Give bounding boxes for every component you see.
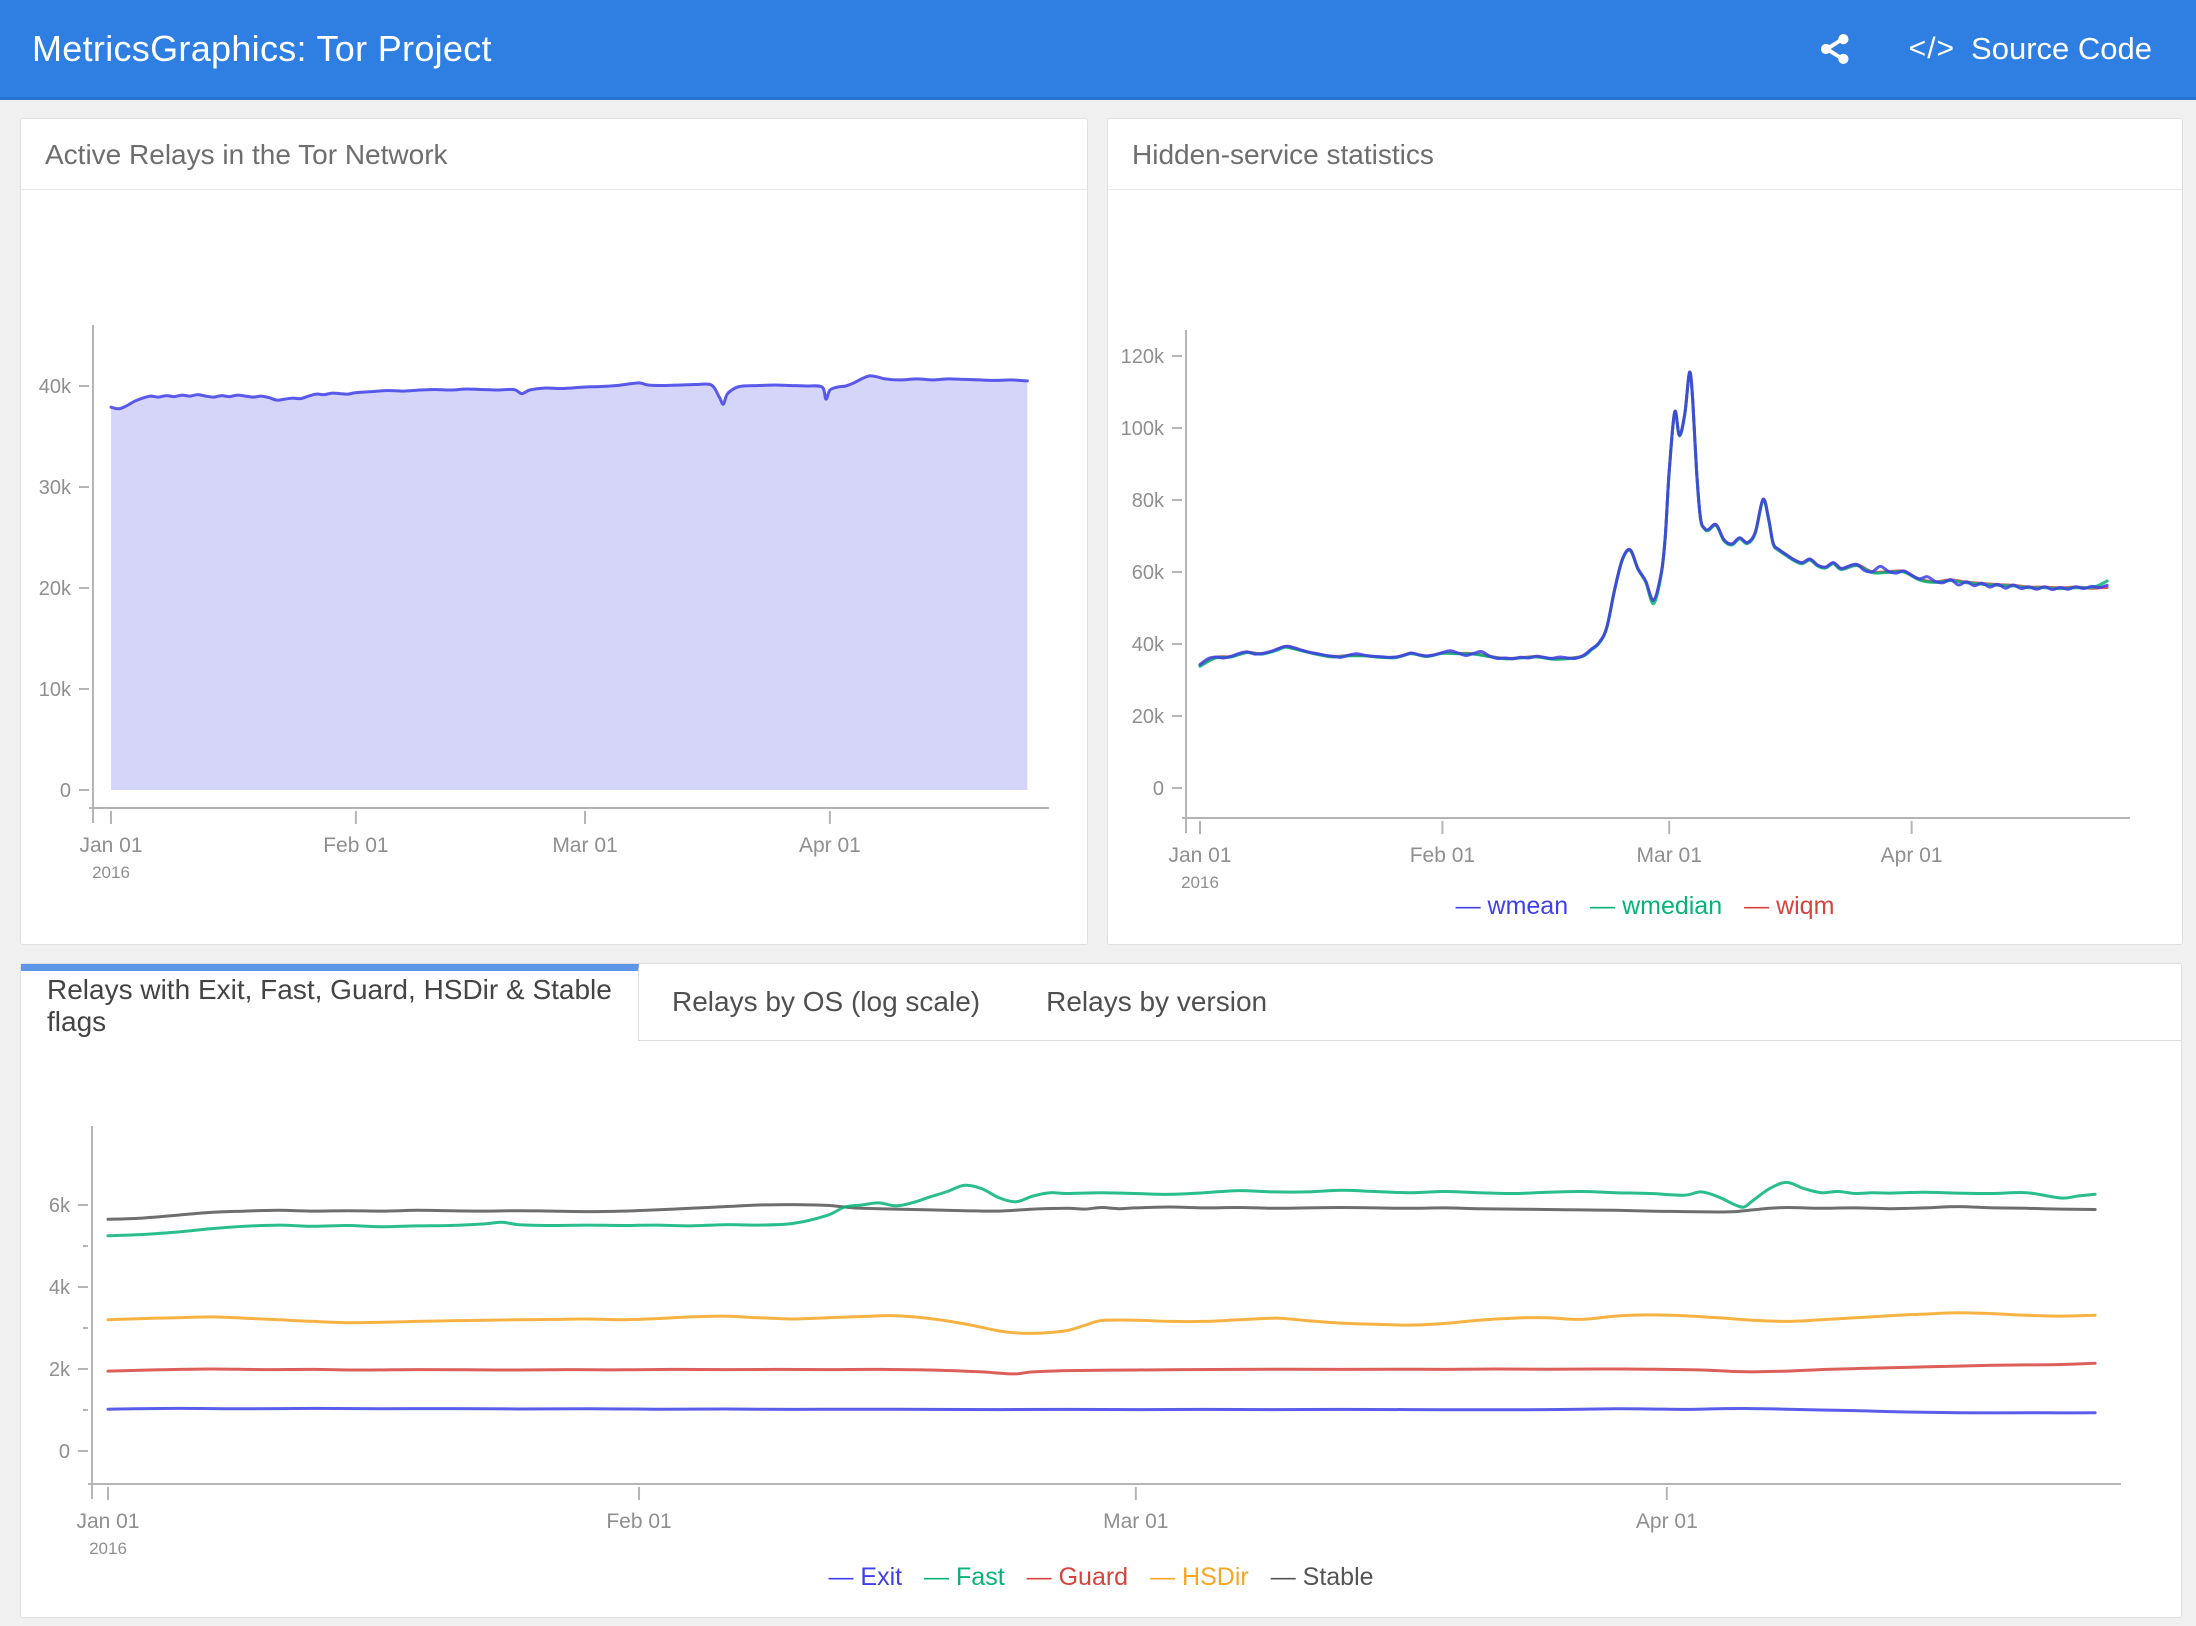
legend-item-wmean: — wmean bbox=[1456, 892, 1569, 920]
svg-text:Apr 01: Apr 01 bbox=[1636, 1510, 1698, 1533]
app-title: MetricsGraphics: Tor Project bbox=[0, 28, 492, 70]
svg-text:Jan 01: Jan 01 bbox=[79, 834, 142, 857]
svg-text:Feb 01: Feb 01 bbox=[606, 1510, 671, 1533]
legend-item-stable: — Stable bbox=[1271, 1563, 1374, 1591]
svg-text:30k: 30k bbox=[39, 477, 72, 499]
legend-item-guard: — Guard bbox=[1027, 1563, 1128, 1591]
panel-hidden-services: Hidden-service statistics 0 20k 40k 60k 80k 1… bbox=[1107, 118, 2183, 945]
bottom-section: Relays with Exit, Fast, Guard, HSDir & S… bbox=[20, 963, 2182, 1618]
tab-bar: Relays with Exit, Fast, Guard, HSDir & S… bbox=[21, 964, 2181, 1041]
hidden-services-title: Hidden-service statistics bbox=[1108, 119, 2182, 190]
svg-text:6k: 6k bbox=[49, 1195, 71, 1217]
legend-item-wmedian: — wmedian bbox=[1590, 892, 1722, 920]
svg-text:0: 0 bbox=[59, 1441, 70, 1463]
svg-text:Apr 01: Apr 01 bbox=[1881, 844, 1943, 867]
hidden-services-chart: 0 20k 40k 60k 80k 100k 120k Jan 01 2016 Feb 01 Mar… bbox=[1108, 190, 2182, 890]
svg-text:Jan 01: Jan 01 bbox=[76, 1510, 139, 1533]
share-icon[interactable] bbox=[1817, 31, 1853, 67]
svg-text:80k: 80k bbox=[1132, 490, 1165, 512]
svg-text:10k: 10k bbox=[39, 679, 72, 701]
svg-text:2016: 2016 bbox=[89, 1539, 127, 1558]
svg-text:20k: 20k bbox=[1132, 706, 1165, 728]
svg-text:0: 0 bbox=[1153, 778, 1164, 800]
svg-text:2016: 2016 bbox=[92, 863, 130, 882]
tab-relay-flags[interactable]: Relays with Exit, Fast, Guard, HSDir & S… bbox=[21, 964, 639, 1041]
panel-relay-flags: Relays with Exit, Fast, Guard, HSDir & S… bbox=[20, 963, 2182, 1618]
svg-text:Mar 01: Mar 01 bbox=[1103, 1510, 1168, 1533]
svg-text:100k: 100k bbox=[1121, 418, 1165, 440]
svg-text:2016: 2016 bbox=[1181, 873, 1219, 890]
legend-item-wiqm: — wiqm bbox=[1744, 892, 1834, 920]
hidden-services-legend: — wmean — wmedian — wiqm bbox=[1108, 892, 2182, 921]
svg-text:0: 0 bbox=[60, 780, 71, 802]
svg-text:60k: 60k bbox=[1132, 562, 1165, 584]
panel-active-relays: Active Relays in the Tor Network 0 10k 20k… bbox=[20, 118, 1088, 945]
svg-text:40k: 40k bbox=[1132, 634, 1165, 656]
active-relays-chart: 0 10k 20k 30k 40k Jan 01 2016 Feb 01 Mar 01 Apr 0… bbox=[21, 190, 1087, 890]
svg-text:40k: 40k bbox=[39, 376, 72, 398]
source-code-label: Source Code bbox=[1971, 31, 2152, 67]
page: MetricsGraphics: Tor Project </> Source … bbox=[0, 0, 2196, 1626]
svg-text:Apr 01: Apr 01 bbox=[799, 834, 861, 857]
svg-text:2k: 2k bbox=[49, 1359, 71, 1381]
header-actions: </> Source Code bbox=[1817, 31, 2196, 67]
tab-relays-by-os[interactable]: Relays by OS (log scale) bbox=[639, 964, 1013, 1041]
svg-text:Feb 01: Feb 01 bbox=[323, 834, 388, 857]
share-icon-glyph bbox=[1817, 31, 1853, 67]
svg-text:Mar 01: Mar 01 bbox=[552, 834, 617, 857]
svg-text:Mar 01: Mar 01 bbox=[1637, 844, 1702, 867]
svg-text:20k: 20k bbox=[39, 578, 72, 600]
tab-bar-filler bbox=[1300, 964, 2181, 1041]
svg-text:120k: 120k bbox=[1121, 346, 1165, 368]
svg-text:Jan 01: Jan 01 bbox=[1168, 844, 1231, 867]
legend-item-exit: — Exit bbox=[828, 1563, 902, 1591]
app-header: MetricsGraphics: Tor Project </> Source … bbox=[0, 0, 2196, 100]
tab-relays-by-version[interactable]: Relays by version bbox=[1013, 964, 1300, 1041]
relay-flags-chart: 0 2k 4k 6k Jan 01 2016 Feb 01 Mar 01 Apr 01 bbox=[21, 1041, 2181, 1561]
relay-flags-legend: — Exit — Fast — Guard — HSDir — Stable bbox=[21, 1563, 2181, 1592]
legend-item-fast: — Fast bbox=[924, 1563, 1005, 1591]
active-relays-title: Active Relays in the Tor Network bbox=[21, 119, 1087, 190]
svg-text:Feb 01: Feb 01 bbox=[1410, 844, 1475, 867]
svg-text:4k: 4k bbox=[49, 1277, 71, 1299]
legend-item-hsdir: — HSDir bbox=[1150, 1563, 1249, 1591]
source-code-link[interactable]: </> Source Code bbox=[1909, 31, 2152, 67]
code-icon: </> bbox=[1909, 32, 1955, 66]
top-panels-row: Active Relays in the Tor Network 0 10k 20k… bbox=[0, 100, 2196, 945]
